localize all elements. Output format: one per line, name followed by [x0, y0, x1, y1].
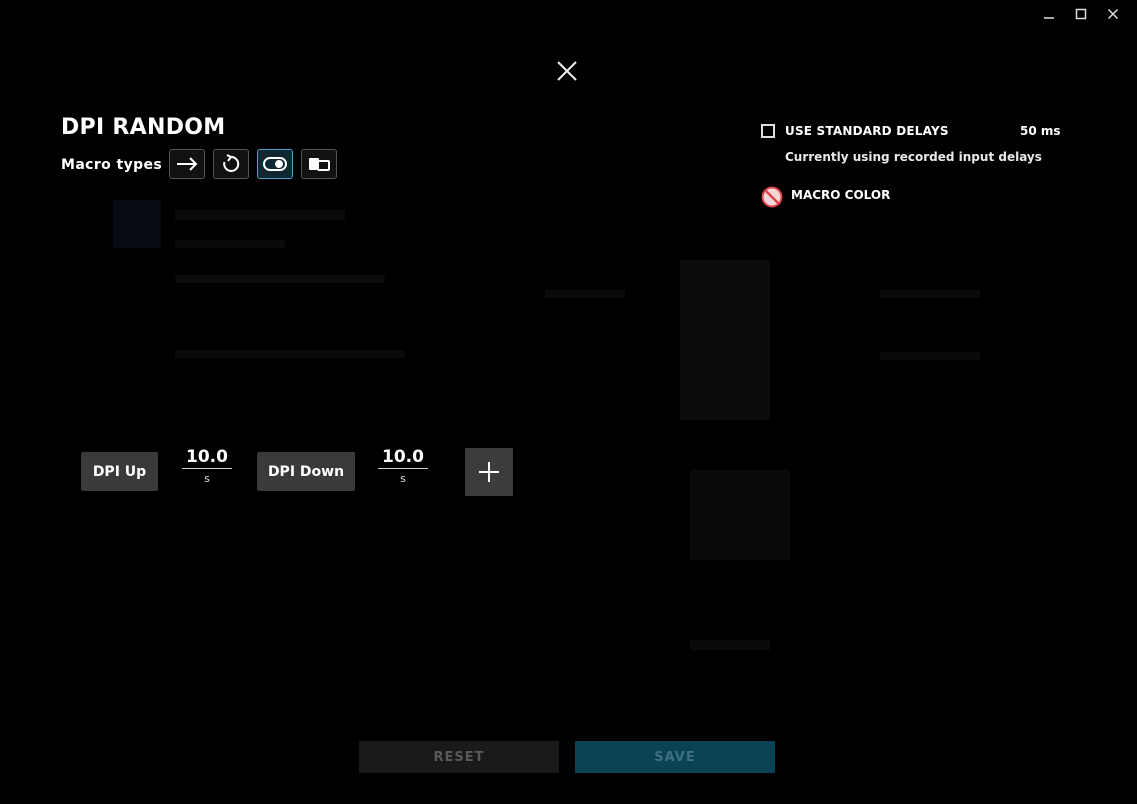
toggle-icon [263, 157, 287, 171]
background-ghost [113, 200, 161, 248]
macro-type-toggle-button[interactable] [257, 149, 293, 179]
delay-value[interactable]: 10.0 [378, 447, 428, 469]
maximize-icon[interactable] [1065, 5, 1097, 23]
close-dialog-icon[interactable] [555, 59, 579, 83]
reset-button[interactable]: RESET [359, 741, 559, 773]
background-ghost [690, 470, 790, 560]
macro-type-no-repeat-button[interactable] [169, 149, 205, 179]
macro-color-label[interactable]: MACRO COLOR [791, 188, 890, 202]
background-ghost [680, 260, 770, 420]
add-action-button[interactable] [465, 448, 513, 496]
macro-types-label: Macro types [61, 157, 163, 173]
plus-icon [479, 462, 499, 482]
background-ghost [175, 240, 285, 248]
delay-unit: s [204, 472, 210, 485]
sequence-action-dpi-down[interactable]: DPI Down [257, 452, 355, 491]
delay-value[interactable]: 10.0 [182, 447, 232, 469]
use-standard-delays-checkbox[interactable] [761, 124, 775, 138]
sequence-action-dpi-up[interactable]: DPI Up [81, 452, 158, 491]
macro-type-repeat-button[interactable] [213, 149, 249, 179]
standard-delay-value: 50 ms [1020, 124, 1061, 138]
sequence-delay[interactable]: 10.0 s [378, 447, 428, 485]
save-button[interactable]: SAVE [575, 741, 775, 773]
background-ghost [545, 290, 625, 298]
background-ghost [880, 290, 980, 298]
macro-title[interactable]: DPI RANDOM [61, 115, 225, 140]
background-ghost [880, 352, 980, 360]
background-ghost [690, 640, 770, 650]
delay-unit: s [400, 472, 406, 485]
background-ghost [175, 275, 385, 283]
close-icon[interactable] [1097, 5, 1129, 23]
sequence-icon [309, 158, 330, 171]
repeat-icon [223, 154, 240, 172]
minimize-icon[interactable] [1033, 5, 1065, 23]
recorded-delays-note: Currently using recorded input delays [785, 150, 1042, 164]
window-controls [1033, 5, 1129, 23]
arrow-right-icon [177, 157, 198, 171]
sequence-delay[interactable]: 10.0 s [182, 447, 232, 485]
background-ghost [175, 350, 405, 358]
macro-type-sequence-button[interactable] [301, 149, 337, 179]
no-color-icon[interactable] [761, 186, 783, 208]
background-ghost [175, 210, 345, 220]
use-standard-delays-label[interactable]: USE STANDARD DELAYS [785, 124, 949, 138]
